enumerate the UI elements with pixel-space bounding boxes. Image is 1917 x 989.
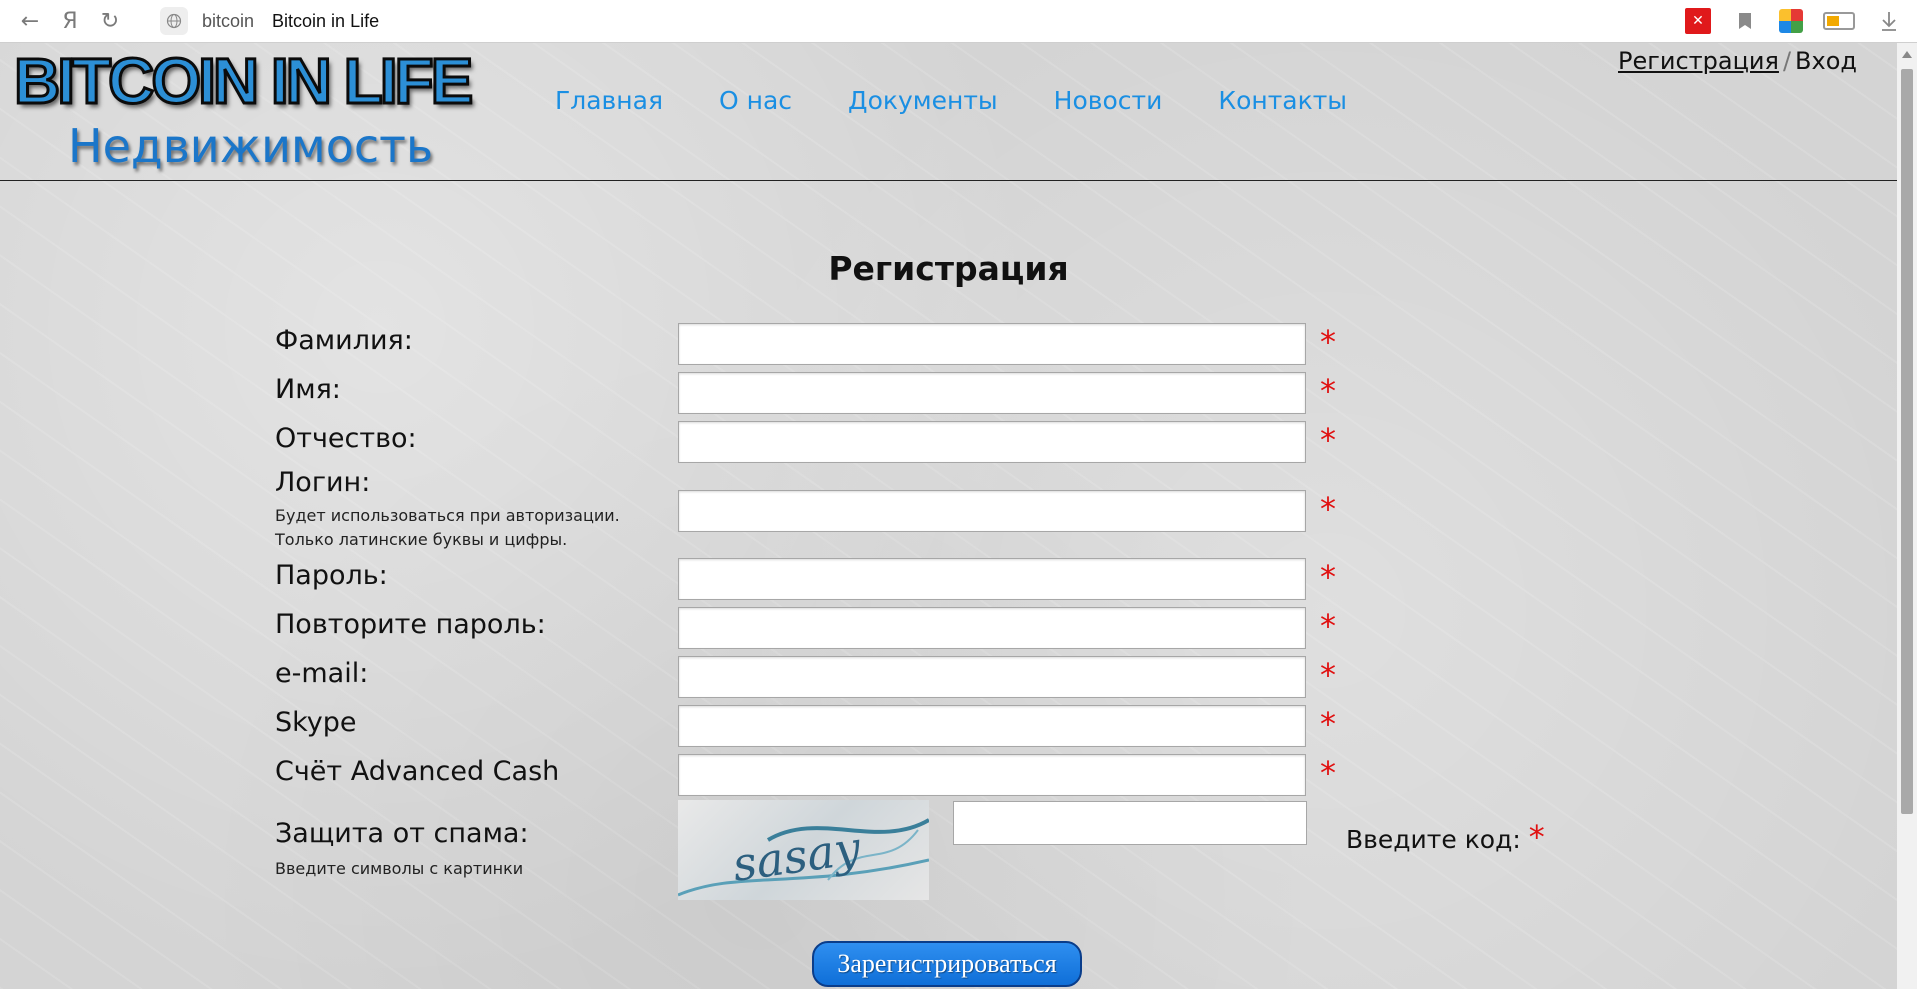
nav-link-contacts[interactable]: Контакты	[1218, 86, 1347, 115]
nav-link-about[interactable]: О нас	[719, 86, 792, 115]
skype-input[interactable]	[678, 705, 1306, 747]
address-page-title[interactable]: Bitcoin in Life	[272, 11, 379, 32]
captcha-text: sasay	[729, 820, 864, 891]
label-name: Имя:	[275, 374, 341, 405]
label-patronymic: Отчество:	[275, 423, 417, 454]
register-button[interactable]: Зарегистрироваться	[812, 941, 1082, 987]
advcash-input[interactable]	[678, 754, 1306, 796]
login-input[interactable]	[678, 490, 1306, 532]
extensions-icon[interactable]	[1779, 9, 1803, 33]
required-mark: *	[1320, 607, 1336, 645]
label-skype: Skype	[275, 707, 357, 738]
battery-icon[interactable]	[1823, 12, 1855, 30]
required-mark: *	[1320, 705, 1336, 743]
password-repeat-input[interactable]	[678, 607, 1306, 649]
label-login: Логин:	[275, 467, 371, 498]
spam-hint: Введите символы с картинки	[275, 859, 524, 878]
captcha-code-input[interactable]	[953, 801, 1307, 845]
required-mark: *	[1320, 421, 1336, 459]
site-logo-subtitle: Недвижимость	[68, 119, 434, 173]
page-content: BITCOIN IN LIFE Недвижимость Главная О н…	[0, 43, 1897, 989]
captcha-code-label: Введите код: *	[1346, 818, 1545, 856]
form-title: Регистрация	[828, 249, 1069, 288]
login-hint-2: Только латинские буквы и цифры.	[275, 530, 568, 549]
required-mark: *	[1320, 656, 1336, 694]
auth-separator: /	[1782, 47, 1792, 75]
header-divider	[0, 180, 1897, 181]
nav-link-documents[interactable]: Документы	[848, 86, 998, 115]
bookmark-icon[interactable]	[1731, 7, 1759, 35]
back-arrow-icon[interactable]: ←	[10, 0, 50, 42]
scrollbar[interactable]	[1897, 43, 1917, 989]
required-mark: *	[1320, 558, 1336, 596]
main-nav: Главная О нас Документы Новости Контакты	[555, 86, 1403, 115]
surname-input[interactable]	[678, 323, 1306, 365]
nav-link-home[interactable]: Главная	[555, 86, 663, 115]
required-mark: *	[1320, 372, 1336, 410]
globe-icon[interactable]	[160, 7, 188, 35]
label-password-repeat: Повторите пароль:	[275, 609, 546, 640]
label-password: Пароль:	[275, 560, 388, 591]
required-mark: *	[1320, 754, 1336, 792]
password-input[interactable]	[678, 558, 1306, 600]
email-input[interactable]	[678, 656, 1306, 698]
browser-toolbar: ← Я ↻ bitcoin Bitcoin in Life ✕	[0, 0, 1917, 43]
label-surname: Фамилия:	[275, 325, 413, 356]
auth-links: Регистрация / Вход	[1618, 47, 1857, 75]
required-mark: *	[1320, 323, 1336, 361]
scroll-up-arrow-icon[interactable]	[1902, 51, 1912, 58]
site-logo[interactable]: BITCOIN IN LIFE	[12, 48, 474, 115]
name-input[interactable]	[678, 372, 1306, 414]
scrollbar-thumb[interactable]	[1901, 69, 1913, 814]
register-link[interactable]: Регистрация	[1618, 47, 1779, 75]
nav-link-news[interactable]: Новости	[1054, 86, 1163, 115]
label-spam-protection: Защита от спама:	[275, 818, 529, 849]
login-link[interactable]: Вход	[1795, 47, 1857, 75]
label-advcash: Счёт Advanced Cash	[275, 756, 560, 787]
reload-icon[interactable]: ↻	[90, 0, 130, 42]
required-mark: *	[1528, 818, 1545, 856]
download-icon[interactable]	[1875, 7, 1903, 35]
login-hint-1: Будет использоваться при авторизации.	[275, 506, 620, 525]
required-mark: *	[1320, 490, 1336, 528]
adblock-icon[interactable]: ✕	[1685, 8, 1711, 34]
yandex-icon[interactable]: Я	[50, 0, 90, 42]
patronymic-input[interactable]	[678, 421, 1306, 463]
address-domain[interactable]: bitcoin	[202, 11, 254, 32]
captcha-image: sasay	[678, 800, 929, 900]
label-email: e-mail:	[275, 658, 369, 689]
